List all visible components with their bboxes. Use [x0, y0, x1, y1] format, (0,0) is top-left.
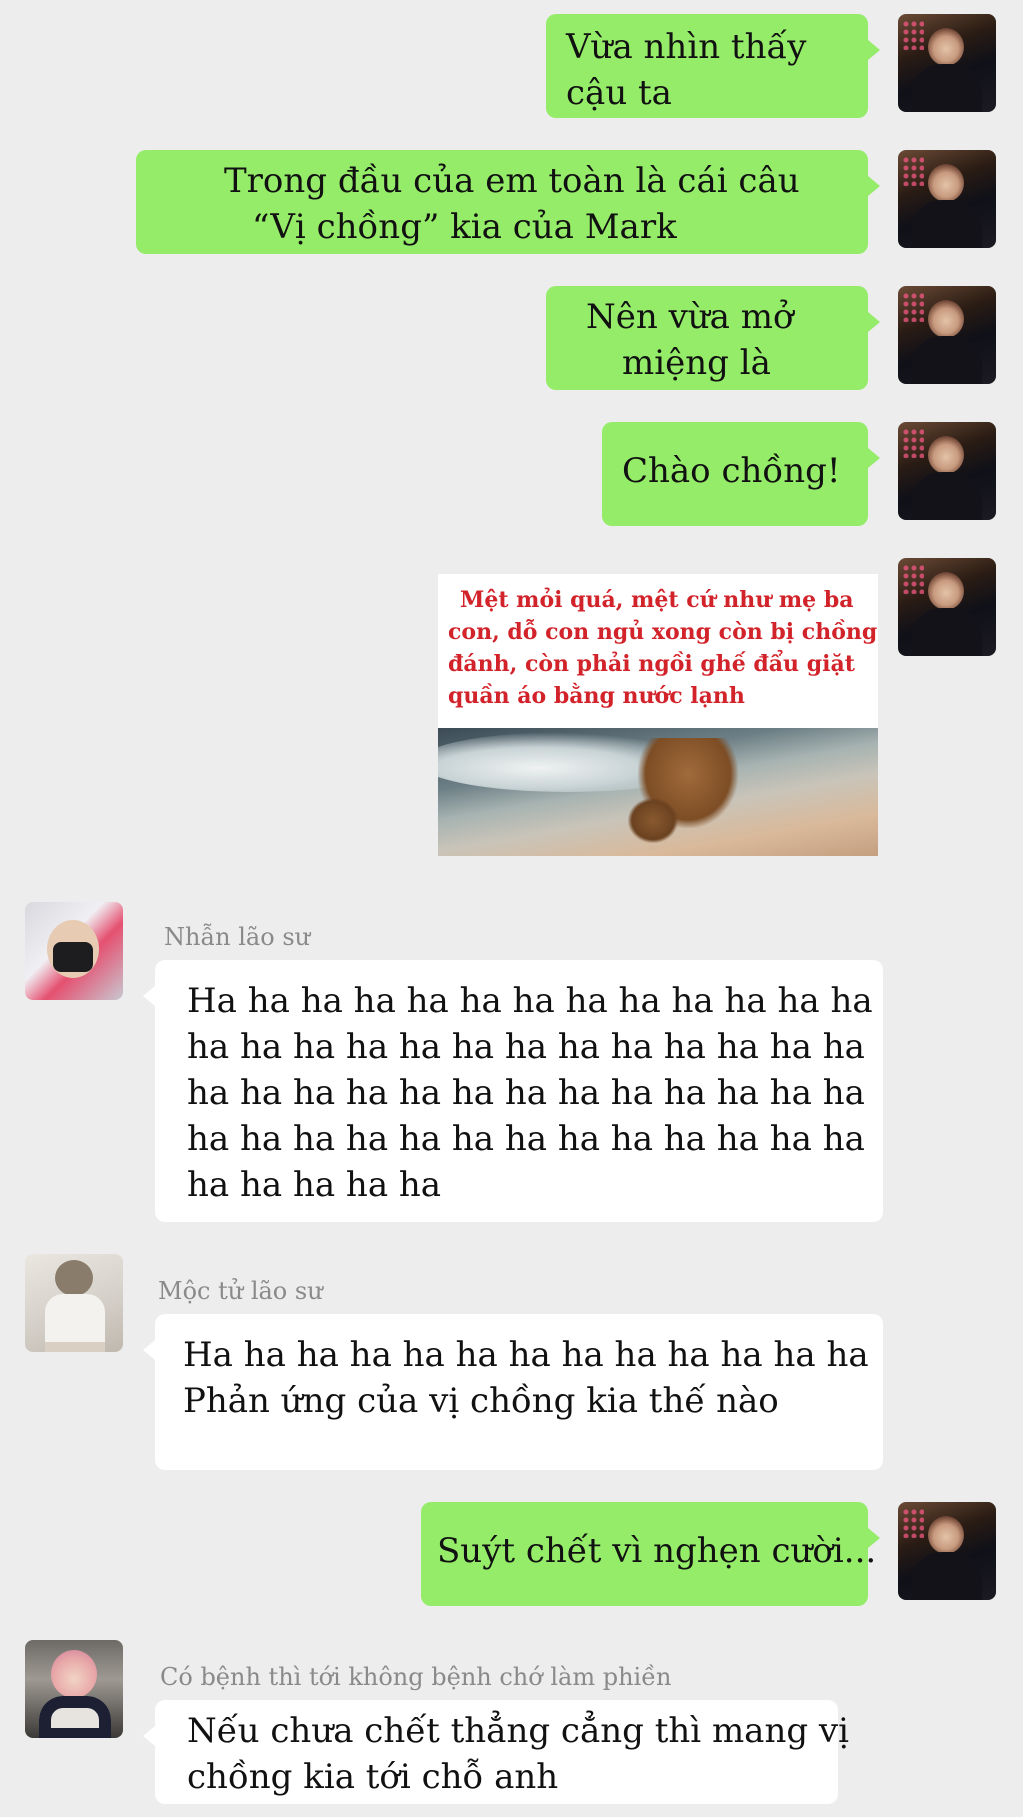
message-text: Suýt chết vì nghẹn cười... — [437, 1531, 877, 1571]
message-text: Trong đầu của em toàn là cái câu — [224, 161, 800, 201]
message-bubble-incoming[interactable]: Ha ha ha ha ha ha ha ha ha ha ha ha ha P… — [143, 1314, 883, 1470]
message-text: miệng là — [622, 343, 771, 383]
meme-caption-line: Mệt mỏi quá, mệt cứ như mẹ ba — [460, 587, 854, 613]
message-text: Ha ha ha ha ha ha ha ha ha ha ha ha ha — [187, 981, 873, 1021]
sender-avatar-moc[interactable] — [25, 1254, 123, 1352]
sender-name: Mộc tử lão sư — [158, 1277, 323, 1305]
my-avatar[interactable] — [898, 422, 996, 520]
my-avatar[interactable] — [898, 14, 996, 112]
avatar-photo — [902, 564, 924, 594]
message-text: Nếu chưa chết thẳng cẳng thì mang vị — [187, 1711, 850, 1751]
message-bubble-outgoing[interactable]: Vừa nhìn thấy cậu ta — [546, 14, 880, 118]
avatar-photo — [902, 156, 924, 186]
message-text: Nên vừa mở — [586, 297, 794, 337]
message-bubble-outgoing[interactable]: Nên vừa mở miệng là — [546, 286, 880, 390]
my-avatar[interactable] — [898, 286, 996, 384]
my-avatar[interactable] — [898, 1502, 996, 1600]
message-bubble-outgoing[interactable]: Trong đầu của em toàn là cái câu “Vị chồ… — [136, 150, 880, 254]
message-text: Ha ha ha ha ha ha ha ha ha ha ha ha ha — [183, 1335, 869, 1375]
meme-caption: Mệt mỏi quá, mệt cứ như mẹ ba con, dỗ co… — [448, 584, 878, 712]
message-text: Chào chồng! — [622, 451, 841, 491]
avatar-photo — [902, 20, 924, 50]
message-bubble-outgoing[interactable]: Chào chồng! — [602, 422, 880, 526]
message-text: “Vị chồng” kia của Mark — [252, 207, 677, 247]
meme-caption-line: con, dỗ con ngủ xong còn bị chồng — [448, 619, 878, 645]
my-avatar[interactable] — [898, 150, 996, 248]
dog-on-beach-image — [438, 728, 878, 856]
message-text: ha ha ha ha ha — [187, 1165, 442, 1205]
message-text: ha ha ha ha ha ha ha ha ha ha ha ha ha — [187, 1027, 865, 1067]
message-bubble-incoming[interactable]: Ha ha ha ha ha ha ha ha ha ha ha ha ha h… — [143, 960, 883, 1222]
avatar-photo — [902, 292, 924, 322]
message-text: Vừa nhìn thấy — [566, 27, 807, 67]
sender-name: Nhẫn lão sư — [164, 923, 311, 951]
avatar-photo — [902, 428, 924, 458]
sender-name: Có bệnh thì tới không bệnh chớ làm phiền — [160, 1663, 672, 1691]
message-text: ha ha ha ha ha ha ha ha ha ha ha ha ha — [187, 1073, 865, 1113]
puppy-shape — [628, 798, 678, 843]
meme-image-message[interactable]: Mệt mỏi quá, mệt cứ như mẹ ba con, dỗ co… — [438, 574, 878, 856]
message-text: cậu ta — [566, 73, 672, 113]
message-text: Phản ứng của vị chồng kia thế nào — [183, 1381, 779, 1421]
my-avatar[interactable] — [898, 558, 996, 656]
message-bubble-incoming[interactable]: Nếu chưa chết thẳng cẳng thì mang vị chồ… — [143, 1700, 850, 1804]
meme-caption-line: quần áo bằng nước lạnh — [448, 683, 745, 709]
message-text: ha ha ha ha ha ha ha ha ha ha ha ha ha — [187, 1119, 865, 1159]
sender-avatar-co-benh[interactable] — [25, 1640, 123, 1738]
sender-avatar-nhan[interactable] — [25, 902, 123, 1000]
message-text: chồng kia tới chỗ anh — [187, 1757, 559, 1797]
meme-caption-line: đánh, còn phải ngồi ghế đẩu giặt — [448, 651, 855, 677]
avatar-photo — [902, 1508, 924, 1538]
message-bubble-outgoing[interactable]: Suýt chết vì nghẹn cười... — [421, 1502, 880, 1606]
